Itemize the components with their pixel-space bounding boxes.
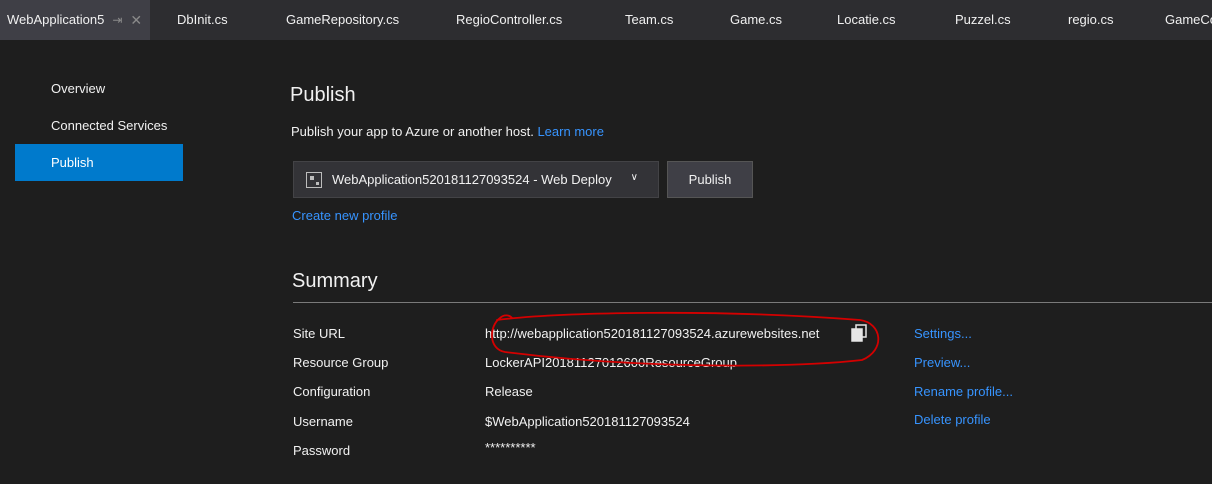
rename-profile-link[interactable]: Rename profile... [914, 384, 1013, 399]
tab-label: RegioController.cs [456, 12, 563, 27]
pin-icon[interactable]: ⇥ [112, 0, 122, 40]
tab-puzzel[interactable]: Puzzel.cs [955, 0, 1011, 40]
nav-item-overview[interactable]: Overview [15, 70, 183, 107]
summary-title: Summary [292, 270, 378, 292]
close-icon[interactable]: ✕ [130, 0, 142, 40]
password-label: Password [293, 443, 351, 458]
site-url-link[interactable]: http://webapplication520181127093524.azu… [485, 326, 819, 341]
project-properties-nav: Overview Connected Services Publish [15, 70, 183, 181]
publish-subtitle: Publish your app to Azure or another hos… [291, 124, 604, 139]
learn-more-link[interactable]: Learn more [537, 124, 603, 139]
summary-divider [293, 302, 1212, 303]
resource-group-value: LockerAPI20181127012600ResourceGroup [485, 355, 737, 370]
tab-regio[interactable]: regio.cs [1068, 0, 1114, 40]
site-url-label: Site URL [293, 326, 346, 341]
username-value: $WebApplication520181127093524 [485, 414, 690, 429]
tab-regiocontroller[interactable]: RegioController.cs [456, 0, 562, 40]
tab-label: DbInit.cs [177, 12, 228, 27]
tab-gamerepository[interactable]: GameRepository.cs [286, 0, 399, 40]
document-tab-strip: WebApplication5 ⇥ ✕ DbInit.cs GameReposi… [0, 0, 1212, 40]
tab-gameco[interactable]: GameCo [1165, 0, 1212, 40]
password-value: ********** [485, 440, 536, 455]
nav-item-connected-services[interactable]: Connected Services [15, 107, 183, 144]
tab-label: Team.cs [625, 12, 674, 27]
chevron-down-icon[interactable]: ∨ [631, 172, 638, 183]
delete-profile-link[interactable]: Delete profile [914, 412, 991, 427]
configuration-value: Release [485, 384, 533, 399]
vs-window: WebApplication5 ⇥ ✕ DbInit.cs GameReposi… [0, 0, 1212, 484]
tab-label: regio.cs [1068, 12, 1114, 27]
profile-selected-value: WebApplication520181127093524 - Web Depl… [332, 172, 612, 187]
resource-group-label: Resource Group [293, 355, 389, 370]
tab-label: Puzzel.cs [955, 12, 1011, 27]
create-new-profile-link[interactable]: Create new profile [292, 208, 398, 223]
tab-locatie[interactable]: Locatie.cs [837, 0, 896, 40]
tab-webapplication5[interactable]: WebApplication5 ⇥ ✕ [0, 0, 151, 40]
tab-label: GameCo [1165, 12, 1212, 27]
tab-label: WebApplication5 [7, 12, 105, 27]
page-title: Publish [290, 84, 356, 106]
tab-label: Locatie.cs [837, 12, 896, 27]
copy-icon[interactable] [851, 324, 867, 342]
preview-link[interactable]: Preview... [914, 355, 970, 370]
tab-team[interactable]: Team.cs [625, 0, 673, 40]
publish-profile-dropdown[interactable]: WebApplication520181127093524 - Web Depl… [293, 161, 659, 198]
subtitle-text: Publish your app to Azure or another hos… [291, 124, 534, 139]
publish-button[interactable]: Publish [667, 161, 753, 198]
tab-label: Game.cs [730, 12, 783, 27]
settings-link[interactable]: Settings... [914, 326, 972, 341]
username-label: Username [293, 414, 353, 429]
nav-item-publish[interactable]: Publish [15, 144, 183, 181]
tab-dbinit[interactable]: DbInit.cs [177, 0, 228, 40]
tab-label: GameRepository.cs [286, 12, 400, 27]
configuration-label: Configuration [293, 384, 371, 399]
tab-game[interactable]: Game.cs [730, 0, 782, 40]
profile-icon [306, 171, 322, 188]
